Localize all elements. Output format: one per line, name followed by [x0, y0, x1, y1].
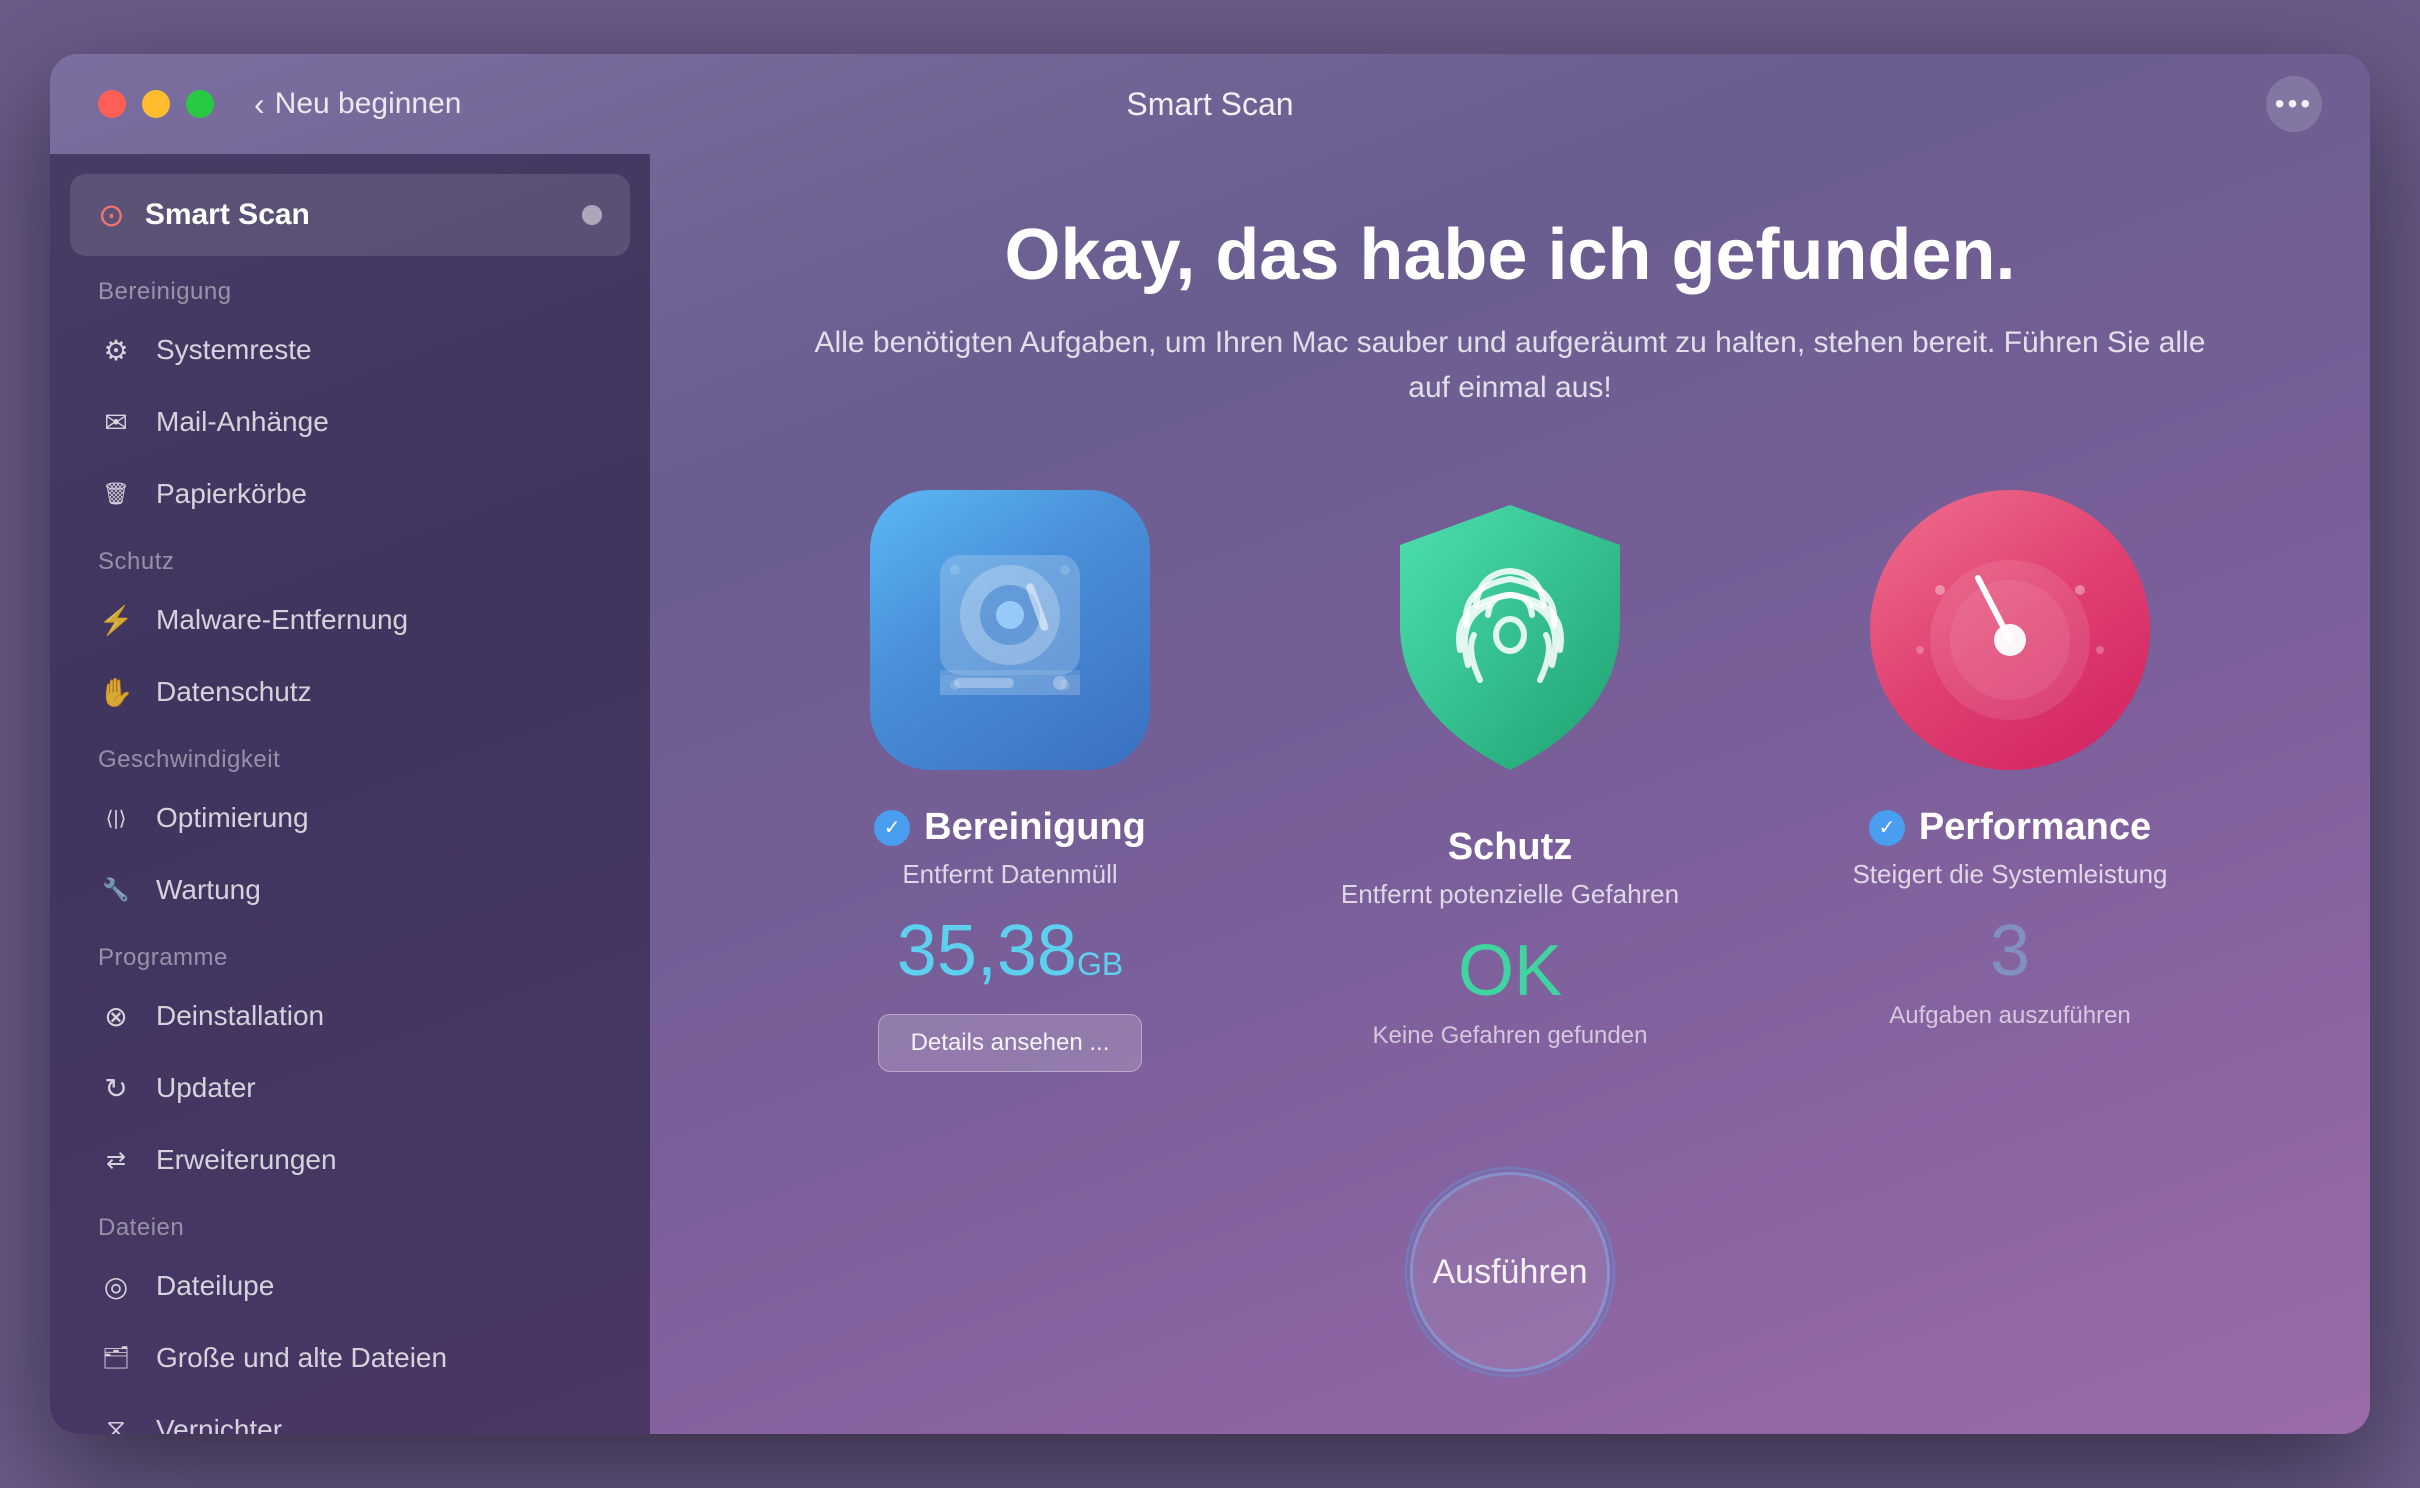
filelens-icon [98, 1268, 134, 1304]
chevron-left-icon: ‹ [254, 86, 265, 123]
section-label-bereinigung: Bereinigung [50, 260, 650, 314]
close-button[interactable] [98, 90, 126, 118]
sidebar-item-grosse-dateien[interactable]: Große und alte Dateien [50, 1322, 650, 1394]
sidebar-datenschutz-label: Datenschutz [156, 676, 312, 708]
minimize-button[interactable] [142, 90, 170, 118]
protection-card-name-row: Schutz [1448, 826, 1573, 869]
more-options-button[interactable]: ••• [2266, 76, 2322, 132]
performance-card-name: Performance [1919, 806, 2151, 849]
updater-icon [98, 1070, 134, 1106]
more-dots-icon: ••• [2275, 88, 2313, 120]
sidebar-trash-label: Papierkörbe [156, 478, 307, 510]
uninstall-icon [98, 998, 134, 1034]
sidebar-item-smart-scan[interactable]: ⊙ Smart Scan [70, 174, 630, 256]
protection-card-name: Schutz [1448, 826, 1573, 869]
section-label-dateien: Dateien [50, 1196, 650, 1250]
sidebar-systemreste-label: Systemreste [156, 334, 312, 366]
performance-check-icon: ✓ [1869, 810, 1905, 846]
main-layout: ⊙ Smart Scan Bereinigung Systemreste Mai… [50, 154, 2370, 1434]
cleaning-card-name-row: ✓ Bereinigung [874, 806, 1146, 849]
protection-card-icon-wrap [1370, 490, 1650, 790]
main-content: Okay, das habe ich gefunden. Alle benöti… [650, 154, 2370, 1434]
cleaning-details-button[interactable]: Details ansehen ... [878, 1014, 1143, 1072]
title-bar-right: ••• [2266, 76, 2322, 132]
section-label-geschwindigkeit: Geschwindigkeit [50, 728, 650, 782]
protection-shield-svg [1380, 495, 1640, 785]
shredder-icon [98, 1412, 134, 1434]
sidebar-item-mail-anhaenge[interactable]: Mail-Anhänge [50, 386, 650, 458]
protection-card-value: OK [1458, 930, 1562, 1012]
sidebar-item-optimierung[interactable]: Optimierung [50, 782, 650, 854]
sidebar-mail-label: Mail-Anhänge [156, 406, 329, 438]
sidebar-active-indicator [582, 205, 602, 225]
sidebar-smart-scan-label: Smart Scan [145, 198, 310, 232]
sidebar-malware-label: Malware-Entfernung [156, 604, 408, 636]
back-button-label: Neu beginnen [275, 87, 462, 121]
performance-card-icon [1870, 490, 2150, 770]
sidebar-wartung-label: Wartung [156, 874, 261, 906]
performance-card-value: 3 [1990, 910, 2030, 992]
sidebar: ⊙ Smart Scan Bereinigung Systemreste Mai… [50, 154, 650, 1434]
performance-card-name-row: ✓ Performance [1869, 806, 2151, 849]
card-performance: ✓ Performance Steigert die Systemleistun… [1790, 490, 2230, 1030]
traffic-lights [98, 90, 214, 118]
sidebar-item-papierkoerbe[interactable]: Papierkörbe [50, 458, 650, 530]
cleaning-card-desc: Entfernt Datenmüll [902, 859, 1117, 890]
page-subtitle: Alle benötigten Aufgaben, um Ihren Mac s… [810, 320, 2210, 410]
sidebar-erweiterungen-label: Erweiterungen [156, 1144, 337, 1176]
execute-wrap: Ausführen [1410, 1172, 1610, 1372]
page-title: Okay, das habe ich gefunden. [1005, 214, 2016, 296]
sidebar-item-malware[interactable]: Malware-Entfernung [50, 584, 650, 656]
sidebar-item-vernichter[interactable]: Vernichter [50, 1394, 650, 1434]
malware-icon [98, 602, 134, 638]
mail-icon [98, 404, 134, 440]
largefiles-icon [98, 1340, 134, 1376]
sidebar-dateilupe-label: Dateilupe [156, 1270, 274, 1302]
sidebar-optimierung-label: Optimierung [156, 802, 309, 834]
maintain-icon [98, 872, 134, 908]
smart-scan-icon: ⊙ [98, 196, 125, 234]
card-protection: Schutz Entfernt potenzielle Gefahren OK … [1290, 490, 1730, 1050]
section-label-schutz: Schutz [50, 530, 650, 584]
sidebar-grosse-dateien-label: Große und alte Dateien [156, 1342, 447, 1374]
maximize-button[interactable] [186, 90, 214, 118]
app-window: ‹ Neu beginnen Smart Scan ••• ⊙ Smart Sc… [50, 54, 2370, 1434]
section-label-programme: Programme [50, 926, 650, 980]
cleaning-card-name: Bereinigung [924, 806, 1146, 849]
sidebar-item-dateilupe[interactable]: Dateilupe [50, 1250, 650, 1322]
hard-drive-svg [910, 530, 1110, 730]
sidebar-item-wartung[interactable]: Wartung [50, 854, 650, 926]
privacy-icon [98, 674, 134, 710]
optimize-icon [98, 800, 134, 836]
execute-button[interactable]: Ausführen [1410, 1172, 1610, 1372]
window-title: Smart Scan [1126, 86, 1293, 123]
sidebar-deinstallation-label: Deinstallation [156, 1000, 324, 1032]
card-cleaning: ✓ Bereinigung Entfernt Datenmüll 35,38GB… [790, 490, 1230, 1072]
title-bar: ‹ Neu beginnen Smart Scan ••• [50, 54, 2370, 154]
sidebar-vernichter-label: Vernichter [156, 1414, 282, 1434]
cleaning-card-icon [870, 490, 1150, 770]
performance-card-desc: Steigert die Systemleistung [1852, 859, 2167, 890]
system-icon [98, 332, 134, 368]
cards-row: ✓ Bereinigung Entfernt Datenmüll 35,38GB… [710, 490, 2310, 1072]
protection-card-sub: Keine Gefahren gefunden [1373, 1022, 1648, 1050]
sidebar-item-erweiterungen[interactable]: Erweiterungen [50, 1124, 650, 1196]
back-button[interactable]: ‹ Neu beginnen [254, 86, 461, 123]
sidebar-updater-label: Updater [156, 1072, 256, 1104]
trash-icon [98, 476, 134, 512]
performance-card-sub: Aufgaben auszuführen [1889, 1002, 2131, 1030]
sidebar-item-deinstallation[interactable]: Deinstallation [50, 980, 650, 1052]
cleaning-check-icon: ✓ [874, 810, 910, 846]
sidebar-item-datenschutz[interactable]: Datenschutz [50, 656, 650, 728]
cleaning-card-value: 35,38GB [897, 910, 1123, 992]
extensions-icon [98, 1142, 134, 1178]
sidebar-item-updater[interactable]: Updater [50, 1052, 650, 1124]
performance-gauge-svg [1890, 510, 2130, 750]
protection-card-desc: Entfernt potenzielle Gefahren [1341, 879, 1679, 910]
sidebar-item-systemreste[interactable]: Systemreste [50, 314, 650, 386]
